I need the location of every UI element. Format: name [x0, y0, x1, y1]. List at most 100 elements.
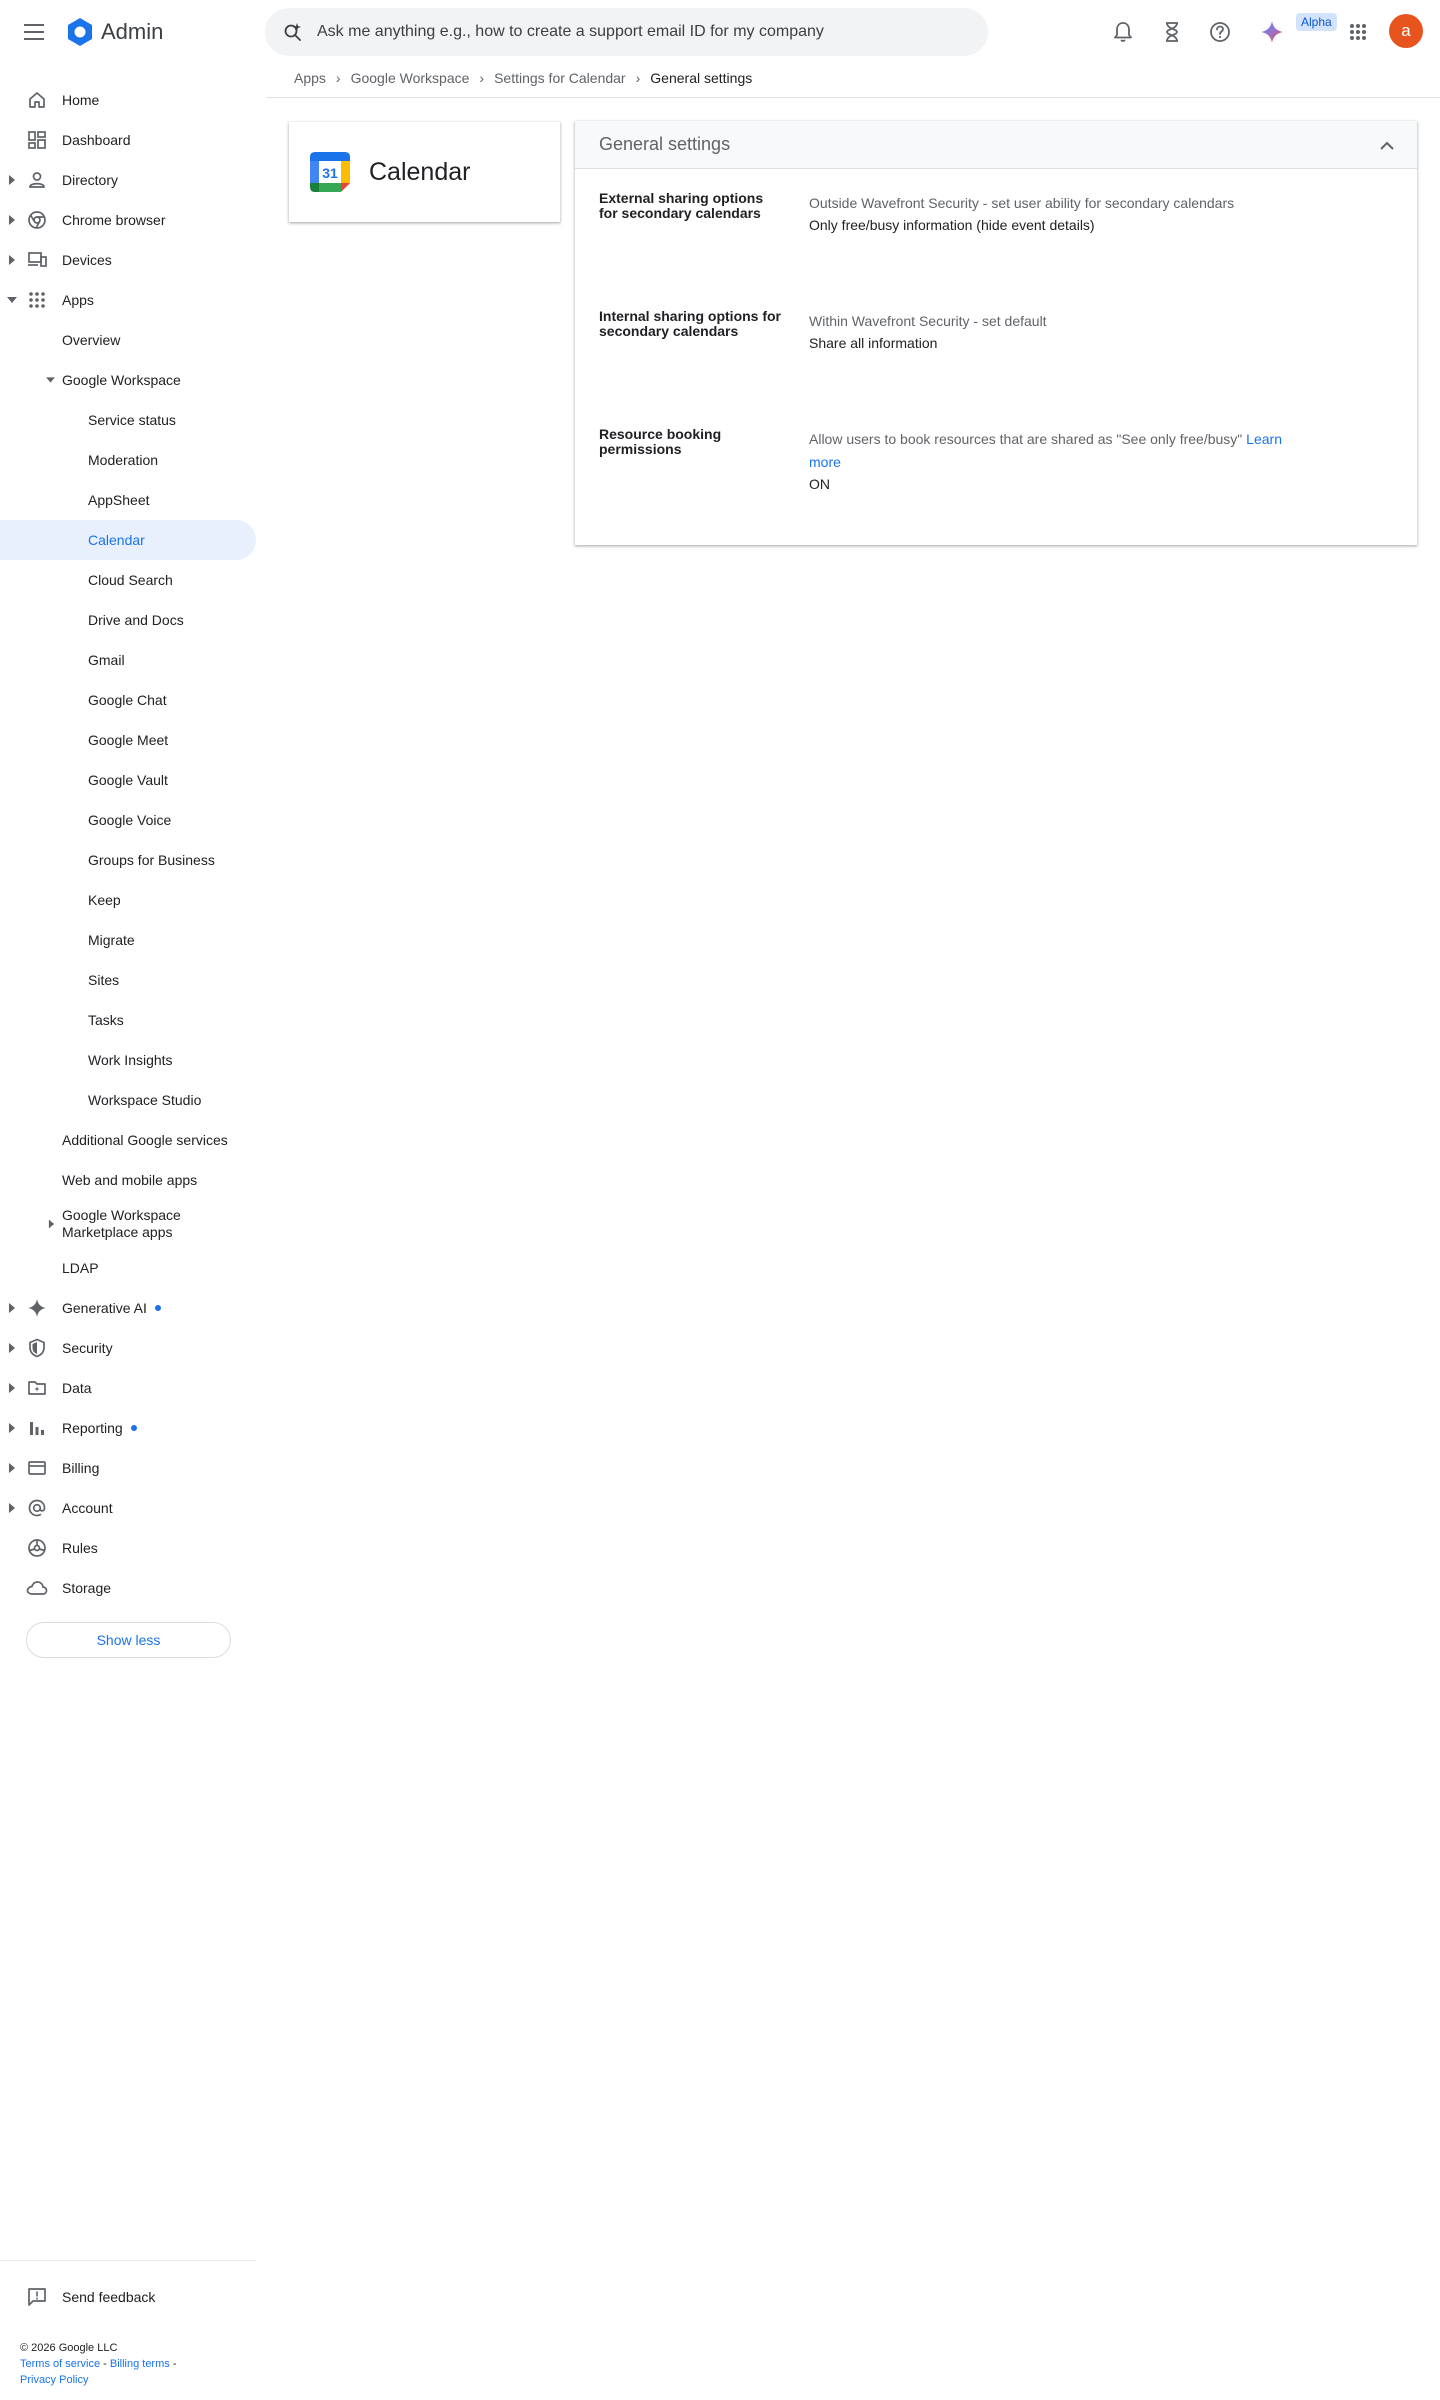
gemini-button[interactable]: [1257, 17, 1287, 47]
sidebar-item-appsheet[interactable]: AppSheet: [0, 480, 256, 520]
shield-icon: [26, 1337, 48, 1359]
sidebar-item-storage[interactable]: Storage: [0, 1568, 256, 1608]
sidebar-item-apps[interactable]: Apps: [0, 280, 256, 320]
sidebar-item-rules[interactable]: Rules: [0, 1528, 256, 1568]
sidebar-item-groups-for-business[interactable]: Groups for Business: [0, 840, 256, 880]
setting-resource-booking[interactable]: Resource booking permissions Allow users…: [575, 405, 1417, 523]
sidebar-item-work-insights[interactable]: Work Insights: [0, 1040, 256, 1080]
new-indicator-dot: [154, 1305, 161, 1311]
collapse-button[interactable]: [1375, 133, 1399, 157]
setting-value: Only free/busy information (hide event d…: [809, 217, 1095, 233]
sidebar-item-overview[interactable]: Overview: [0, 320, 256, 360]
sidebar-item-dashboard[interactable]: Dashboard: [0, 120, 256, 160]
caret-down-icon: [7, 297, 17, 303]
sidebar-item-marketplace-apps[interactable]: Google Workspace Marketplace apps: [0, 1200, 256, 1248]
sidebar-item-sites[interactable]: Sites: [0, 960, 256, 1000]
caret-right-icon: [9, 1423, 15, 1433]
setting-value: Share all information: [809, 335, 938, 351]
sidebar-item-ldap[interactable]: LDAP: [0, 1248, 256, 1288]
sidebar-item-google-meet[interactable]: Google Meet: [0, 720, 256, 760]
footer: © 2026 Google LLC Terms of service - Bil…: [20, 2340, 250, 2388]
setting-internal-sharing[interactable]: Internal sharing options for secondary c…: [575, 287, 1417, 405]
sidebar-item-devices[interactable]: Devices: [0, 240, 256, 280]
notifications-button[interactable]: [1108, 17, 1138, 47]
chevron-right-icon: ›: [635, 70, 641, 86]
sidebar-item-gmail[interactable]: Gmail: [0, 640, 256, 680]
credit-card-icon: [26, 1457, 48, 1479]
show-less-button[interactable]: Show less: [26, 1622, 231, 1658]
sidebar-item-tasks[interactable]: Tasks: [0, 1000, 256, 1040]
sidebar-item-google-workspace[interactable]: Google Workspace: [0, 360, 256, 400]
sidebar-item-label: Directory: [62, 172, 119, 188]
sidebar-item-label: Sites: [88, 972, 120, 988]
bell-icon: [1114, 22, 1132, 42]
main-menu-button[interactable]: [20, 17, 50, 47]
sidebar-item-additional-google-services[interactable]: Additional Google services: [0, 1120, 256, 1160]
send-feedback-button[interactable]: Send feedback: [0, 2277, 256, 2317]
sidebar-item-migrate[interactable]: Migrate: [0, 920, 256, 960]
sidebar-item-workspace-studio[interactable]: Workspace Studio: [0, 1080, 256, 1120]
account-avatar[interactable]: a: [1389, 14, 1423, 48]
sidebar-item-service-status[interactable]: Service status: [0, 400, 256, 440]
apps-grid-icon: [1350, 24, 1366, 40]
caret-right-icon: [9, 1303, 15, 1313]
apps-launcher-button[interactable]: [1343, 17, 1373, 47]
help-icon: [1210, 22, 1230, 42]
sidebar-item-label: Service status: [88, 412, 176, 428]
sidebar-item-moderation[interactable]: Moderation: [0, 440, 256, 480]
sidebar-item-label: LDAP: [62, 1260, 99, 1276]
sidebar-item-label: Reporting: [62, 1420, 123, 1436]
search-bar[interactable]: [265, 8, 988, 56]
help-button[interactable]: [1205, 17, 1235, 47]
search-input[interactable]: [317, 23, 937, 41]
breadcrumb-settings-for-calendar[interactable]: Settings for Calendar: [494, 70, 626, 86]
calendar-icon-date: 31: [322, 165, 338, 181]
billing-terms-link[interactable]: Billing terms: [110, 2358, 170, 2370]
sidebar-item-google-vault[interactable]: Google Vault: [0, 760, 256, 800]
sidebar-item-label: Tasks: [88, 1012, 124, 1028]
sidebar-item-directory[interactable]: Directory: [0, 160, 256, 200]
breadcrumb-apps[interactable]: Apps: [294, 70, 326, 86]
sidebar-item-label: Overview: [62, 332, 121, 348]
panel-header[interactable]: General settings: [575, 121, 1417, 169]
tasks-button[interactable]: [1157, 17, 1187, 47]
sidebar-item-home[interactable]: Home: [0, 80, 256, 120]
caret-right-icon: [9, 215, 15, 225]
sidebar-item-label: Moderation: [88, 452, 159, 468]
admin-logo[interactable]: Admin: [65, 17, 163, 47]
apps-grid-icon: [26, 289, 48, 311]
sidebar-item-chrome-browser[interactable]: Chrome browser: [0, 200, 256, 240]
sparkle-icon: [26, 1297, 48, 1319]
sidebar-item-drive-and-docs[interactable]: Drive and Docs: [0, 600, 256, 640]
sidebar-item-label: Google Chat: [88, 692, 167, 708]
search-spark-icon: [284, 23, 301, 41]
privacy-policy-link[interactable]: Privacy Policy: [20, 2374, 88, 2386]
bar-chart-icon: [26, 1417, 48, 1439]
breadcrumb-google-workspace[interactable]: Google Workspace: [351, 70, 470, 86]
breadcrumb-divider: [266, 97, 1440, 98]
sidebar-item-cloud-search[interactable]: Cloud Search: [0, 560, 256, 600]
sidebar-item-security[interactable]: Security: [0, 1328, 256, 1368]
sidebar-item-label: Gmail: [88, 652, 125, 668]
sidebar-item-reporting[interactable]: Reporting: [0, 1408, 256, 1448]
caret-right-icon: [9, 1343, 15, 1353]
panel-title: General settings: [599, 134, 731, 154]
sidebar-item-label: Apps: [62, 292, 94, 308]
folder-icon: [26, 1377, 48, 1399]
sidebar-item-billing[interactable]: Billing: [0, 1448, 256, 1488]
sidebar-item-data[interactable]: Data: [0, 1368, 256, 1408]
sidebar-item-generative-ai[interactable]: Generative AI: [0, 1288, 256, 1328]
sidebar-item-account[interactable]: Account: [0, 1488, 256, 1528]
setting-description-block: Allow users to book resources that are s…: [809, 428, 1289, 474]
sidebar-item-google-voice[interactable]: Google Voice: [0, 800, 256, 840]
sidebar-item-web-and-mobile-apps[interactable]: Web and mobile apps: [0, 1160, 256, 1200]
terms-of-service-link[interactable]: Terms of service: [20, 2358, 100, 2370]
setting-external-sharing[interactable]: External sharing options for secondary c…: [575, 169, 1417, 287]
sidebar-item-label: Security: [62, 1340, 113, 1356]
chevron-right-icon: ›: [479, 70, 485, 86]
sidebar-item-keep[interactable]: Keep: [0, 880, 256, 920]
chevron-right-icon: ›: [335, 70, 341, 86]
sidebar-item-label: Home: [62, 92, 100, 108]
sidebar-item-calendar[interactable]: Calendar: [0, 520, 256, 560]
sidebar-item-google-chat[interactable]: Google Chat: [0, 680, 256, 720]
